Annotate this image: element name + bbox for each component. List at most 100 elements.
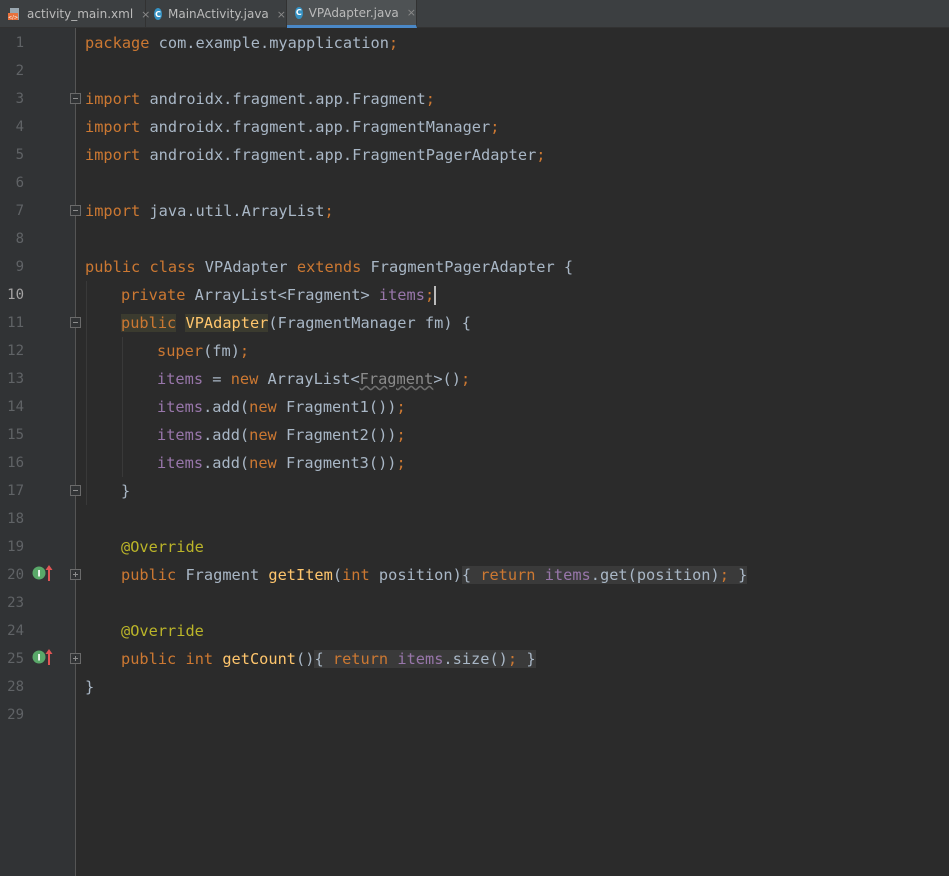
code-line-12: super(fm); [157, 337, 249, 365]
line-number: 5 [15, 147, 24, 163]
keyword: new [249, 398, 277, 416]
line-number: 3 [15, 91, 24, 107]
semicolon: ; [719, 566, 729, 584]
method-name: getCount [222, 650, 297, 668]
semicolon: ; [239, 342, 250, 360]
code-line-24: @Override [121, 617, 204, 645]
folded-region[interactable]: { return items.size(); } [314, 650, 536, 668]
keyword: public [121, 314, 177, 332]
line-number: 7 [15, 203, 24, 219]
code-line-19: @Override [121, 533, 204, 561]
expand-marker-icon[interactable] [70, 653, 81, 664]
code-text: } [121, 482, 131, 500]
semicolon: ; [396, 454, 406, 472]
keyword: int [185, 650, 214, 668]
code-text: java.util.ArrayList [140, 202, 325, 220]
implements-method-icon[interactable]: I [32, 648, 54, 666]
code-text: () [296, 650, 315, 668]
keyword: import [85, 118, 141, 136]
code-line-16: items.add(new Fragment3()); [157, 449, 406, 477]
folded-region[interactable]: { return items.get(position); } [461, 566, 748, 584]
indent-guide [122, 337, 123, 477]
code-text: { [461, 566, 481, 584]
code-text: Fragment1()) [276, 398, 397, 416]
class-name: VPAdapter [195, 258, 297, 276]
fold-marker-icon[interactable] [70, 317, 81, 328]
code-text: ArrayList< [258, 370, 360, 388]
line-number: 18 [7, 511, 24, 527]
code-text: .add( [203, 454, 250, 472]
field-name: items [157, 398, 204, 416]
keyword: super [157, 342, 204, 360]
fold-marker-icon[interactable] [70, 205, 81, 216]
code-text: { [314, 650, 333, 668]
keyword: class [149, 258, 196, 276]
svg-text:</>: </> [8, 15, 18, 21]
keyword: import [85, 202, 141, 220]
tab-activity-main-xml[interactable]: </> activity_main.xml × [0, 0, 150, 28]
semicolon: ; [507, 650, 518, 668]
type-name: ArrayList<Fragment> [185, 286, 379, 304]
code-line-15: items.add(new Fragment2()); [157, 421, 406, 449]
close-icon[interactable]: × [407, 6, 416, 19]
code-line-20: public Fragment getItem(int position){ r… [121, 561, 748, 589]
keyword: new [230, 370, 259, 388]
line-number: 13 [7, 371, 24, 387]
keyword: new [249, 426, 277, 444]
code-text: .size() [443, 650, 508, 668]
line-number: 25 [7, 651, 24, 667]
code-line-13: items = new ArrayList<Fragment>(); [157, 365, 470, 393]
code-text: ( [332, 566, 343, 584]
keyword: public [121, 650, 177, 668]
line-number: 28 [7, 679, 24, 695]
field-name: items [397, 650, 444, 668]
keyword: extends [296, 258, 362, 276]
tab-main-activity-java[interactable]: C MainActivity.java × [146, 0, 287, 28]
code-text: FragmentPagerAdapter { [361, 258, 574, 276]
close-icon[interactable]: × [277, 8, 286, 21]
code-text: position) [369, 566, 462, 584]
code-text: Fragment2()) [276, 426, 397, 444]
semicolon: ; [388, 34, 399, 52]
keyword: new [249, 454, 277, 472]
keyword: import [85, 90, 141, 108]
text-caret [434, 286, 437, 305]
line-number: 4 [15, 119, 24, 135]
code-text: Fragment3()) [276, 454, 397, 472]
tab-vpadapter-java[interactable]: C VPAdapter.java × [287, 0, 417, 28]
fold-marker-icon[interactable] [70, 93, 81, 104]
semicolon: ; [460, 370, 471, 388]
code-line-28: } [85, 673, 94, 701]
code-text: (FragmentManager fm) { [268, 314, 471, 332]
code-text: (fm) [203, 342, 240, 360]
redundant-type-arg: Fragment [359, 370, 434, 388]
code-text: androidx.fragment.app.Fragment [140, 90, 426, 108]
code-text: } [85, 678, 95, 696]
constructor-name: VPAdapter [185, 314, 269, 332]
fold-marker-icon[interactable] [70, 485, 81, 496]
code-line-3: import androidx.fragment.app.Fragment; [85, 85, 435, 113]
annotation: @Override [121, 622, 204, 640]
line-number: 23 [7, 595, 24, 611]
expand-marker-icon[interactable] [70, 569, 81, 580]
code-text: >() [433, 370, 461, 388]
keyword: public [121, 566, 177, 584]
tab-label: MainActivity.java [168, 7, 269, 21]
implements-letter: I [37, 654, 40, 664]
code-text: androidx.fragment.app.FragmentPagerAdapt… [140, 146, 537, 164]
line-number: 6 [15, 175, 24, 191]
tab-label: VPAdapter.java [308, 5, 399, 20]
line-number: 12 [7, 343, 24, 359]
line-number: 14 [7, 399, 24, 415]
code-text: androidx.fragment.app.FragmentManager [140, 118, 491, 136]
semicolon: ; [490, 118, 500, 136]
code-line-14: items.add(new Fragment1()); [157, 393, 406, 421]
editor-tab-bar: </> activity_main.xml × C MainActivity.j… [0, 0, 949, 28]
tab-label: activity_main.xml [27, 7, 134, 21]
implements-method-icon[interactable]: I [32, 564, 54, 582]
field-name: items [544, 566, 591, 584]
xml-file-icon: </> [8, 8, 19, 21]
implements-letter: I [37, 570, 40, 580]
